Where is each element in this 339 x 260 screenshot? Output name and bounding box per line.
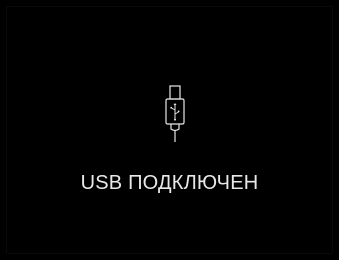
usb-connected-status: USB ПОДКЛЮЧЕН bbox=[80, 172, 259, 194]
usb-cable-icon bbox=[161, 84, 189, 144]
